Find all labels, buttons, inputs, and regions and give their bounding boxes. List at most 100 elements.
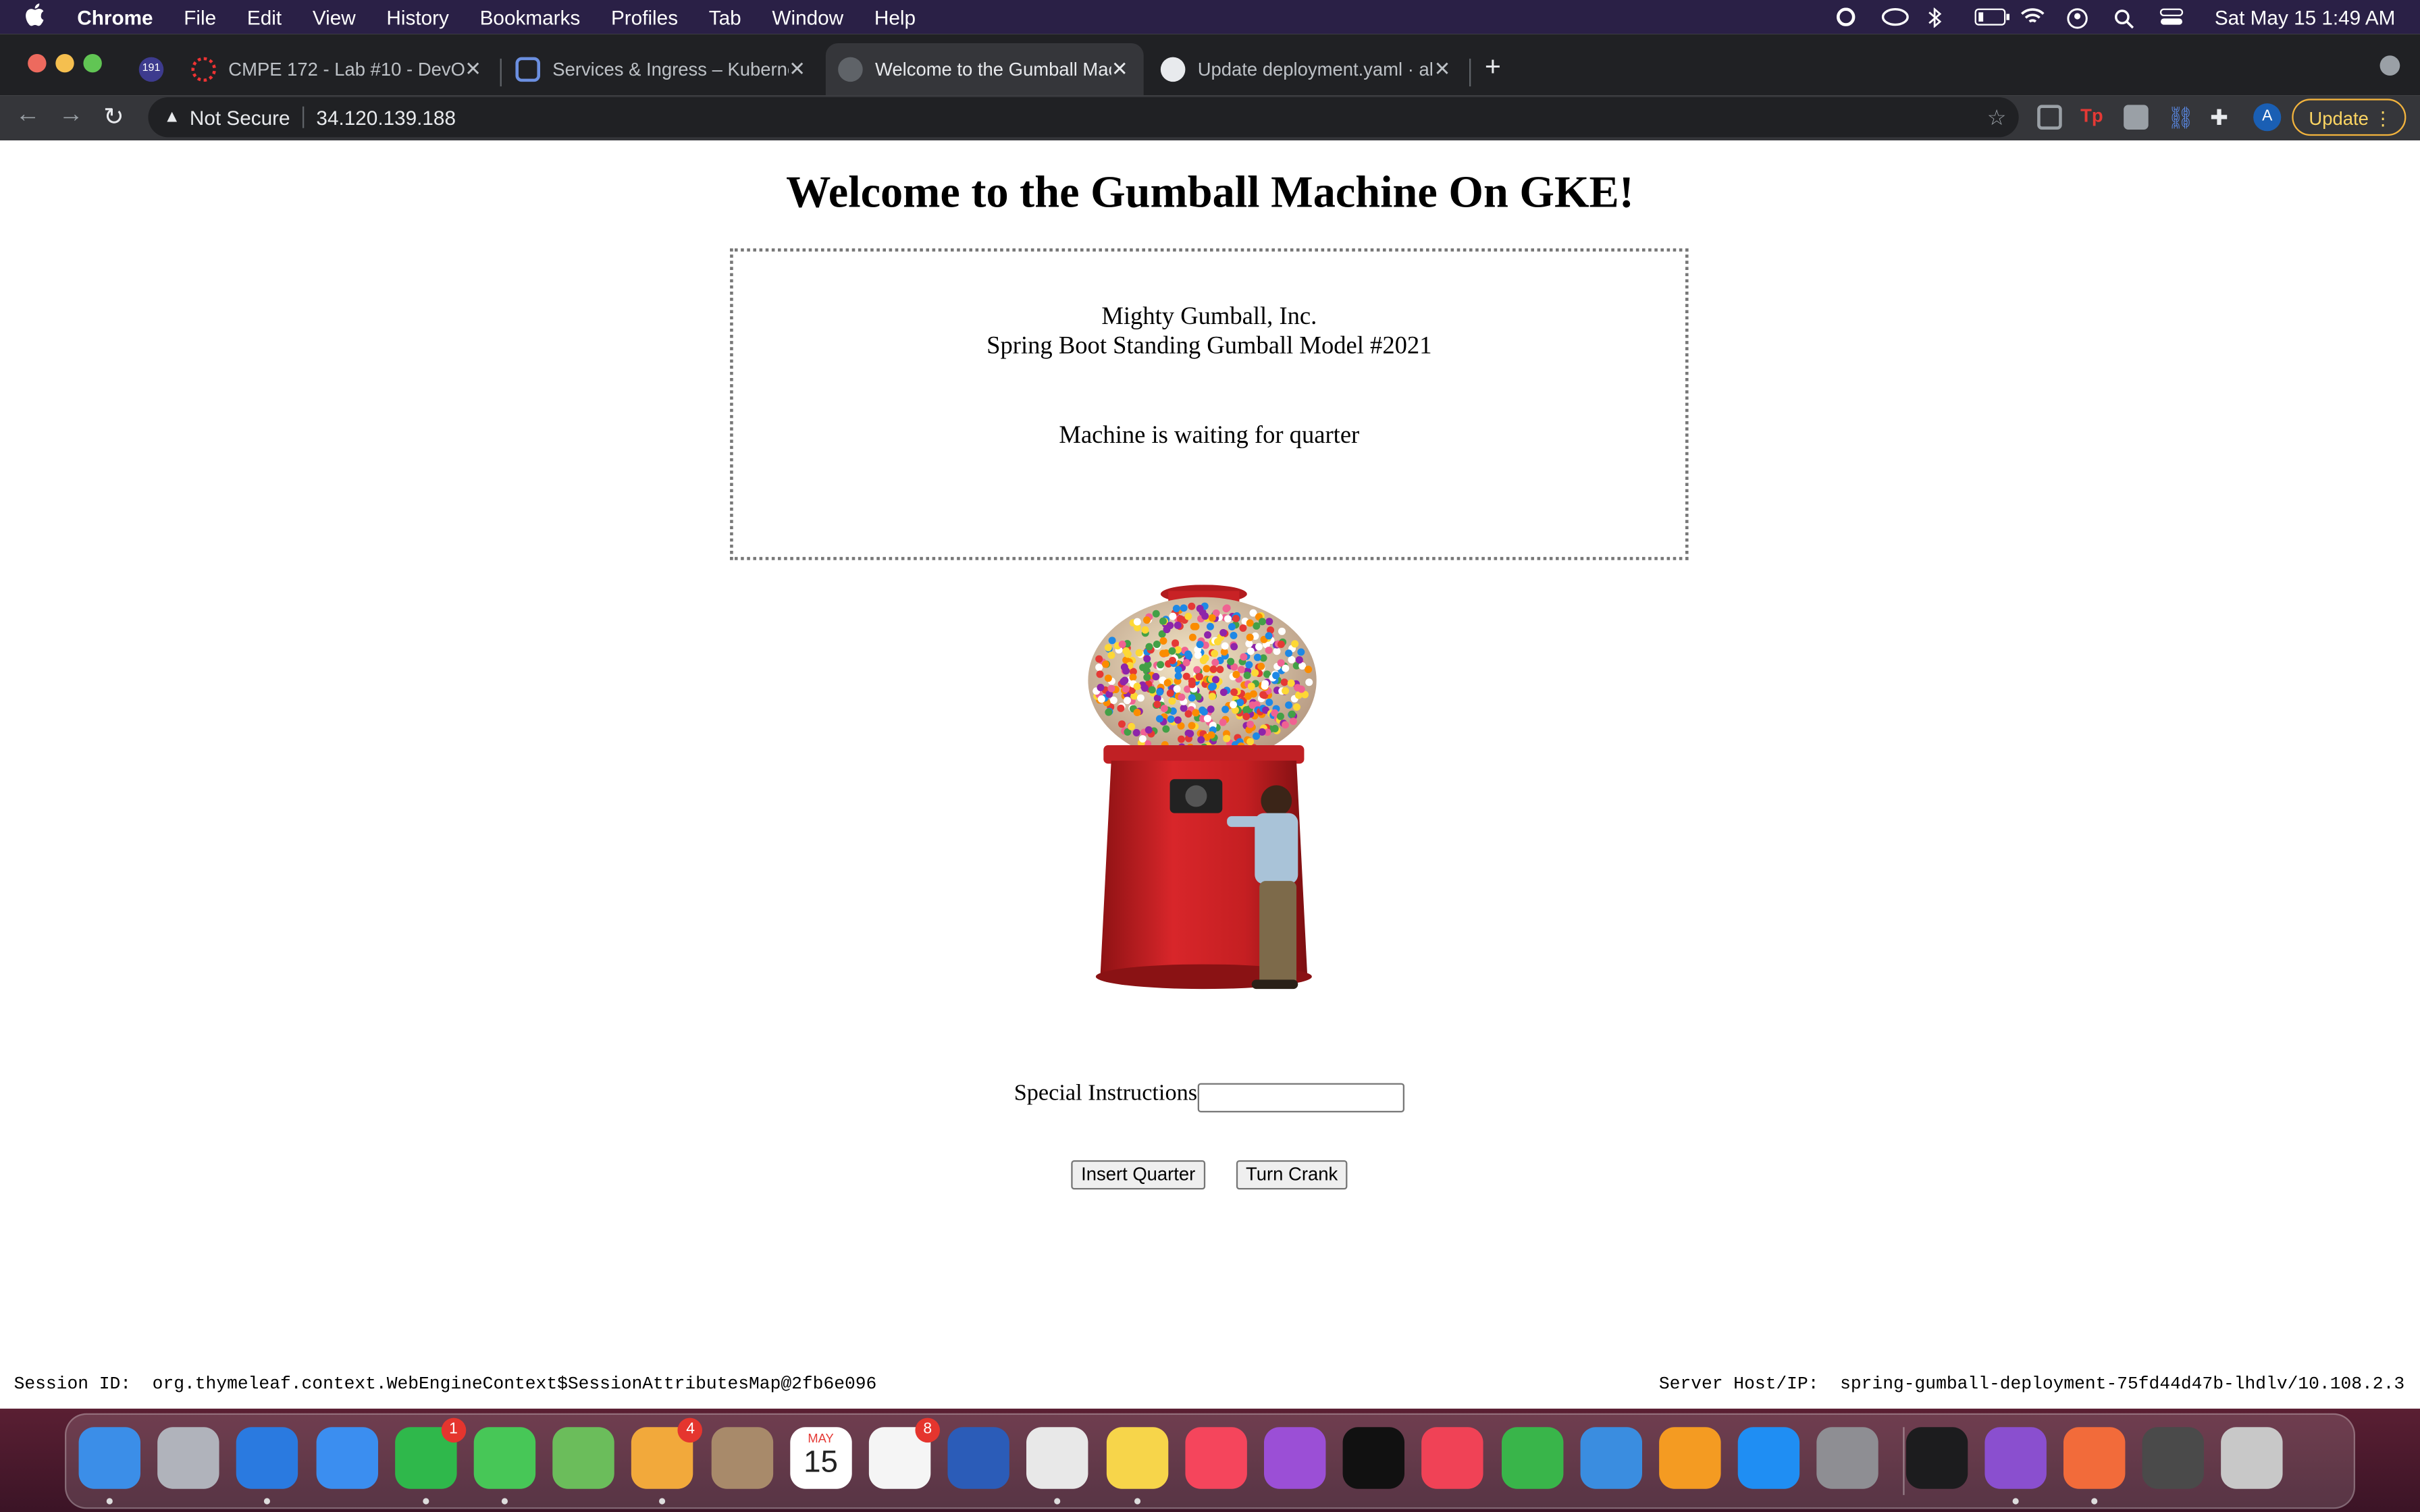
running-indicator	[501, 1498, 508, 1505]
maps-icon[interactable]	[552, 1427, 615, 1489]
system-preferences-icon[interactable]	[1817, 1427, 1879, 1489]
pages-icon[interactable]	[1659, 1427, 1721, 1489]
tab-gumball[interactable]: Welcome to the Gumball Machi ✕	[825, 43, 1144, 96]
battery-icon[interactable]	[1974, 7, 2009, 26]
back-button[interactable]: ←	[16, 102, 41, 130]
numbers-icon[interactable]	[1501, 1427, 1563, 1489]
machine-state: Machine is waiting for quarter	[1059, 423, 1360, 450]
contacts-icon[interactable]	[710, 1427, 773, 1489]
gumball	[1219, 628, 1228, 637]
photos-icon[interactable]: 4	[631, 1418, 703, 1489]
launchpad-icon[interactable]	[157, 1427, 219, 1489]
menu-tab[interactable]: Tab	[709, 5, 741, 28]
calendar-icon[interactable]: MAY 15	[789, 1427, 852, 1489]
menu-help[interactable]: Help	[874, 5, 916, 28]
postman-icon[interactable]	[2063, 1427, 2126, 1489]
gumball	[1282, 687, 1290, 695]
keynote-icon[interactable]	[1580, 1427, 1642, 1489]
menu-profiles[interactable]: Profiles	[611, 5, 678, 28]
close-icon[interactable]: ✕	[789, 57, 806, 82]
news-icon[interactable]	[1422, 1427, 1484, 1489]
menu-edit[interactable]: Edit	[247, 5, 282, 28]
address-bar[interactable]: ▲ Not Secure 34.120.139.188 ☆	[148, 97, 2019, 138]
tab-kubernetes[interactable]: Services & Ingress – Kuberneta ✕	[503, 43, 821, 96]
reload-button[interactable]: ↻	[103, 102, 124, 133]
update-button[interactable]: Update ⋮	[2292, 99, 2406, 136]
gumball	[1184, 612, 1192, 620]
notes-icon[interactable]	[1105, 1427, 1168, 1489]
close-icon[interactable]: ✕	[465, 57, 481, 82]
bluetooth-icon[interactable]	[1928, 7, 1953, 28]
tab-canvas[interactable]: CMPE 172 - Lab #10 - DevOps ✕	[179, 43, 497, 96]
gumball	[1195, 673, 1203, 681]
tab-github[interactable]: Update deployment.yaml · alis ✕	[1149, 43, 1467, 96]
gumball	[1224, 615, 1232, 623]
gumball	[1227, 657, 1235, 666]
bookmark-star-icon[interactable]: ☆	[1987, 104, 2007, 130]
link-extension-icon[interactable]: ⛓	[2167, 105, 2194, 130]
menu-app-name[interactable]: Chrome	[77, 5, 153, 28]
app-store-icon[interactable]	[1738, 1427, 1800, 1489]
insert-quarter-button[interactable]: Insert Quarter	[1071, 1160, 1206, 1190]
github-desktop-icon[interactable]	[1984, 1427, 2047, 1489]
menu-bookmarks[interactable]: Bookmarks	[480, 5, 581, 28]
turn-crank-button[interactable]: Turn Crank	[1236, 1160, 1348, 1190]
music-icon[interactable]	[1184, 1427, 1247, 1489]
tv-icon[interactable]	[1343, 1427, 1405, 1489]
word-icon[interactable]	[947, 1427, 1010, 1489]
running-indicator	[264, 1498, 271, 1505]
creative-cloud-icon[interactable]	[1835, 7, 1860, 26]
close-icon[interactable]: ✕	[1434, 57, 1451, 82]
podcasts-icon[interactable]	[1264, 1427, 1326, 1489]
sublime-text-icon[interactable]	[2142, 1427, 2205, 1489]
gumball	[1246, 647, 1255, 655]
sync-icon[interactable]	[1881, 7, 1909, 26]
zoom-window-button[interactable]	[83, 54, 102, 73]
kebab-menu-icon[interactable]: ⋮	[2373, 101, 2392, 138]
menu-file[interactable]: File	[184, 5, 216, 28]
terminal-icon[interactable]	[1905, 1427, 1968, 1489]
control-center-icon[interactable]	[2159, 7, 2184, 26]
tab-pinned[interactable]: 191	[126, 43, 179, 96]
safari-icon[interactable]	[236, 1427, 299, 1489]
gumball	[1104, 674, 1112, 682]
puzzle-extensions-icon[interactable]: ✚	[2210, 105, 2235, 130]
finder-icon[interactable]	[78, 1427, 141, 1489]
spotlight-search-icon[interactable]	[2113, 7, 2138, 29]
forward-button[interactable]: →	[59, 102, 84, 130]
apple-icon[interactable]	[25, 3, 53, 31]
gumball	[1192, 709, 1200, 717]
messages-icon[interactable]	[473, 1427, 536, 1489]
close-window-button[interactable]	[28, 54, 47, 73]
gumball	[1129, 673, 1137, 681]
url-text[interactable]: 34.120.139.188	[316, 106, 456, 129]
wifi-icon[interactable]	[2020, 7, 2045, 26]
gumball	[1271, 725, 1279, 733]
facebook-extension-icon[interactable]	[2124, 105, 2149, 130]
close-icon[interactable]: ✕	[1111, 57, 1128, 82]
chrome-icon[interactable]	[1026, 1427, 1089, 1489]
reminders-icon[interactable]: 8	[868, 1418, 941, 1489]
new-tab-button[interactable]: +	[1485, 51, 1501, 83]
security-label[interactable]: Not Secure	[190, 106, 290, 129]
mail-icon[interactable]	[315, 1427, 378, 1489]
facetime-icon[interactable]: 1	[394, 1418, 466, 1489]
menu-clock[interactable]: Sat May 15 1:49 AM	[2215, 5, 2396, 28]
menu-window[interactable]: Window	[772, 5, 843, 28]
tp-extension-icon[interactable]: Tp	[2080, 105, 2105, 130]
profile-avatar[interactable]: A	[2253, 103, 2282, 132]
gumball	[1246, 738, 1255, 746]
menu-view[interactable]: View	[313, 5, 356, 28]
special-instructions-input[interactable]	[1197, 1083, 1404, 1113]
user-icon[interactable]	[2066, 7, 2091, 29]
warning-icon[interactable]: ▲	[163, 108, 180, 126]
menu-history[interactable]: History	[386, 5, 448, 28]
minimize-window-button[interactable]	[55, 54, 74, 73]
trash-icon[interactable]	[2221, 1427, 2284, 1489]
tab-title: Update deployment.yaml · alis	[1197, 58, 1434, 80]
gumball	[1207, 705, 1215, 713]
page-content: Welcome to the Gumball Machine On GKE! M…	[0, 140, 2420, 1409]
kubernetes-icon	[515, 57, 541, 82]
tab-search-icon[interactable]	[2379, 55, 2400, 76]
qr-extension-icon[interactable]	[2037, 105, 2062, 130]
